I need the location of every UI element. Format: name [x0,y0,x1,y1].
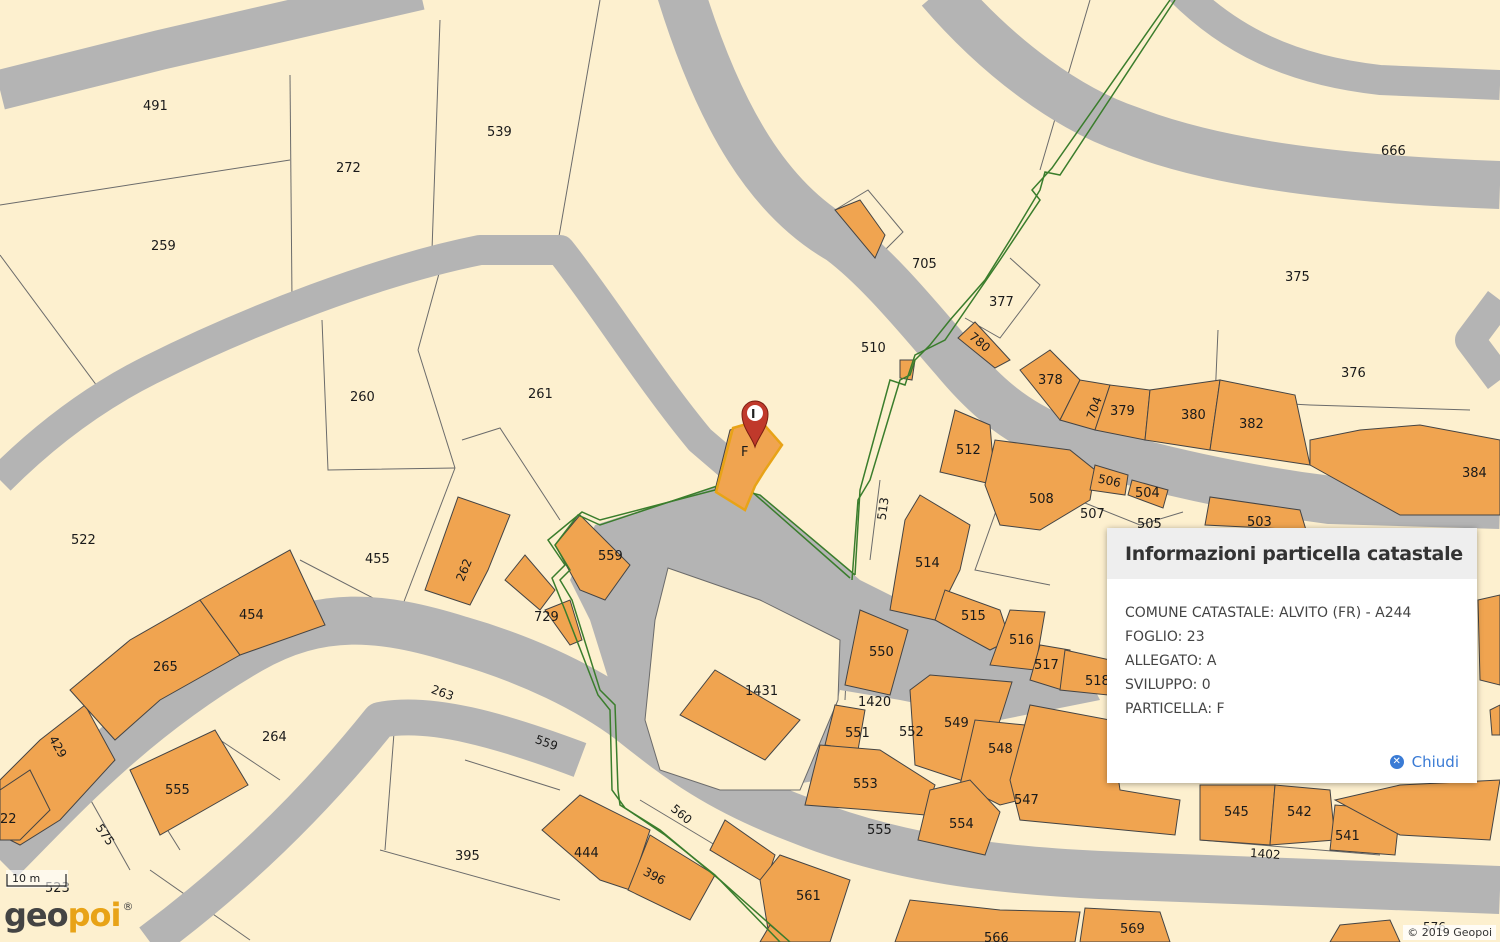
parcel-label: 541 [1335,829,1360,844]
parcel-label: 666 [1381,144,1406,159]
scale-bar: 10 m [6,870,68,894]
popup-body: COMUNE CATASTALE: ALVITO (FR) - A244 FOG… [1107,579,1477,721]
parcel-label: 1431 [745,684,778,699]
scale-label: 10 m [12,872,41,885]
parcel-label: 542 [1287,805,1312,820]
parcel-label: 569 [1120,922,1145,937]
parcel-label: 380 [1181,408,1206,423]
parcel-label: 454 [239,608,264,623]
parcel-label: 259 [151,239,176,254]
popup-header: Informazioni particella catastale [1107,528,1477,579]
parcel-label: 522 [71,533,96,548]
logo-geo: geo [4,896,69,934]
parcel-label: 261 [528,387,553,402]
info-sviluppo: SVILUPPO: 0 [1125,677,1211,693]
parcel-label: 561 [796,889,821,904]
parcel-label: 552 [899,725,924,740]
parcel-label: 550 [869,645,894,660]
parcel-label: 559 [598,549,623,564]
logo-poi: poi [67,896,122,934]
parcel-label: 395 [455,849,480,864]
parcel-label: 375 [1285,270,1310,285]
parcel-label: 555 [867,823,892,838]
info-allegato: ALLEGATO: A [1125,653,1217,669]
parcel-label: 382 [1239,417,1264,432]
parcel-label: 516 [1009,633,1034,648]
parcel-label: 729 [534,610,559,625]
info-comune: COMUNE CATASTALE: ALVITO (FR) - A244 [1125,605,1412,621]
parcel-label: 547 [1014,793,1039,808]
parcel-label: 272 [336,161,361,176]
parcel-label: 510 [861,341,886,356]
parcel-label: 515 [961,609,986,624]
parcel-label: 512 [956,443,981,458]
popup-title: Informazioni particella catastale [1125,542,1463,565]
close-button[interactable]: ✕ Chiudi [1389,753,1459,771]
close-circle-icon: ✕ [1389,755,1404,769]
geopoi-logo: geo poi ® [4,896,133,934]
parcel-label: 517 [1034,658,1059,673]
copyright: © 2019 Geopoi [1403,925,1496,940]
parcel-label: 378 [1038,373,1063,388]
parcel-label: 553 [853,777,878,792]
parcel-label: 379 [1110,404,1135,419]
close-label: Chiudi [1411,753,1459,771]
parcel-label: 514 [915,556,940,571]
parcel-label: 1420 [858,695,891,710]
parcel-label: 444 [574,846,599,861]
parcel-label: 376 [1341,366,1366,381]
parcel-label: 455 [365,552,390,567]
parcel-label: 551 [845,726,870,741]
parcel-label: 504 [1135,486,1160,501]
parcel-label: 548 [988,742,1013,757]
parcel-label: 508 [1029,492,1054,507]
marker-letter: I [751,407,755,421]
parcel-label: 1402 [1250,846,1281,862]
parcel-label: 555 [165,783,190,798]
info-particella: PARTICELLA: F [1125,701,1225,717]
info-foglio: FOGLIO: 23 [1125,629,1205,645]
parcel-label: 545 [1224,805,1249,820]
parcel-info-popup: Informazioni particella catastale COMUNE… [1107,528,1477,783]
parcel-label: 507 [1080,507,1105,522]
cadastral-map[interactable]: 491 272 539 666 259 705 375 377 780 510 … [0,0,1500,942]
selected-parcel-label: F [741,445,748,460]
parcel-label: 539 [487,125,512,140]
parcel-label: 384 [1462,466,1487,481]
parcel-label: 265 [153,660,178,675]
parcel-label: 264 [262,730,287,745]
parcel-label: 566 [984,931,1009,942]
parcel-label: 377 [989,295,1014,310]
parcel-label: 549 [944,716,969,731]
parcel-label: 491 [143,99,168,114]
parcel-label: 22 [0,812,17,827]
parcel-label: 705 [912,257,937,272]
parcel-label: 554 [949,817,974,832]
parcel-label: 260 [350,390,375,405]
logo-registered-mark: ® [122,900,134,913]
